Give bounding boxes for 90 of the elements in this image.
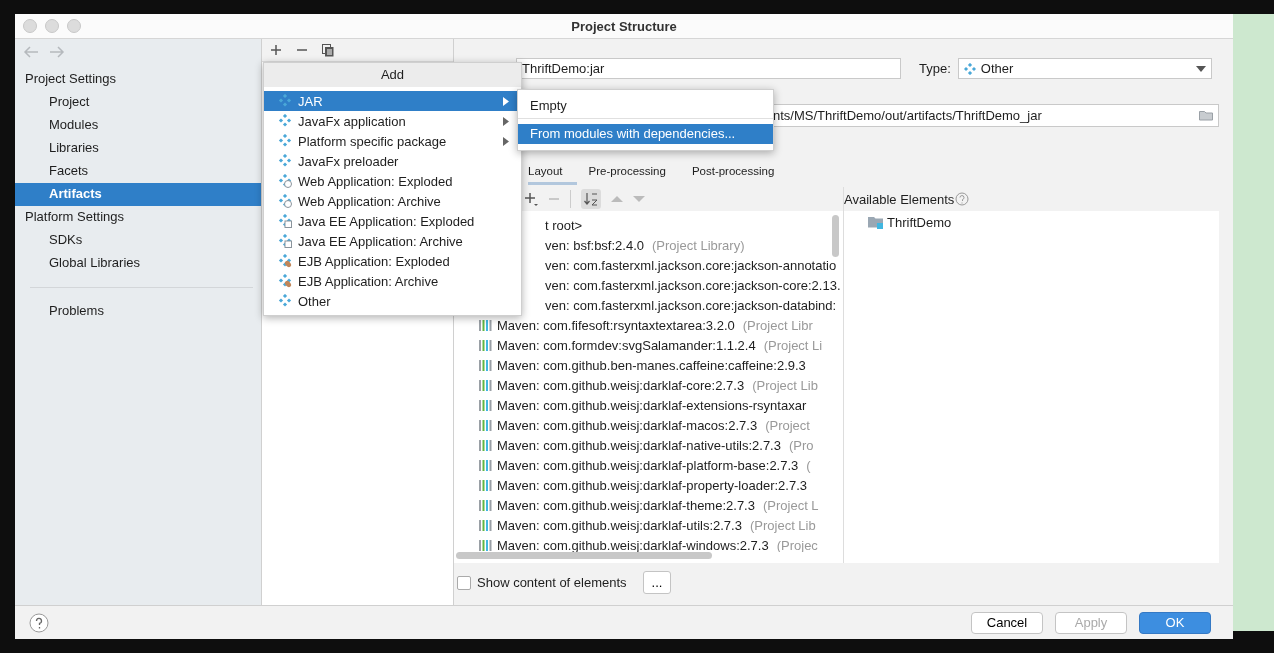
diamond-dots-icon [278, 114, 292, 128]
diamond-globe-icon [278, 194, 292, 208]
tree-item[interactable]: Maven: com.github.weisj:darklaf-utils:2.7.3 (Project Lib [454, 515, 843, 535]
checkbox-label: Show content of elements [477, 575, 627, 590]
tab[interactable]: Pre-processing [588, 163, 680, 185]
help-icon[interactable] [955, 192, 970, 206]
sidebar-item[interactable]: Artifacts [15, 183, 262, 206]
menu-item[interactable]: Web Application: Archive [264, 191, 521, 211]
library-icon [479, 479, 493, 491]
library-icon [479, 419, 493, 431]
tree-item[interactable]: Maven: com.github.weisj:darklaf-theme:2.7.3 (Project L [454, 495, 843, 515]
menu-item[interactable]: Empty [518, 94, 773, 119]
library-icon [479, 379, 493, 391]
name-field[interactable]: ThriftDemo:jar [516, 58, 901, 79]
diamond-globe-icon [278, 174, 292, 188]
library-icon [479, 319, 493, 331]
folder-icon [868, 216, 884, 229]
menu-item[interactable]: From modules with dependencies... [518, 124, 773, 144]
copy-icon[interactable] [322, 43, 335, 57]
menu-item[interactable]: Other [264, 291, 521, 311]
diamond-bean-icon [278, 274, 292, 288]
library-icon [479, 359, 493, 371]
tree-item[interactable]: ThriftDemo [868, 215, 1195, 230]
sidebar-item[interactable]: Modules [15, 114, 262, 137]
sort-button[interactable] [581, 189, 601, 209]
menu-item[interactable]: Java EE Application: Exploded [264, 211, 521, 231]
scrollbar-thumb[interactable] [456, 552, 712, 559]
back-arrow-icon[interactable] [23, 46, 39, 58]
tab[interactable]: Layout [528, 163, 577, 185]
menu-item[interactable]: Java EE Application: Archive [264, 231, 521, 251]
menu-title: Add [264, 63, 521, 87]
diamond-dots-icon [963, 62, 976, 75]
sidebar-item[interactable]: Libraries [15, 137, 262, 160]
sort-icon [584, 192, 598, 206]
folder-icon[interactable] [1199, 110, 1213, 121]
sidebar-heading: Platform Settings [24, 208, 125, 226]
tree-item[interactable]: Maven: com.github.weisj:darklaf-platform-base:2.7.3 ( [454, 455, 843, 475]
library-icon [479, 459, 493, 471]
dialog-button[interactable]: Cancel [971, 611, 1043, 634]
available-elements-label: Available Elements [844, 191, 955, 207]
diamond-grid-icon [278, 234, 292, 248]
scrollbar-thumb[interactable] [832, 215, 839, 257]
up-arrow-icon[interactable] [611, 195, 623, 203]
tree-item[interactable]: Maven: com.github.weisj:darklaf-extensions-rsyntaxar [454, 395, 843, 415]
add-icon[interactable] [524, 192, 538, 206]
diamond-dots-icon [278, 154, 292, 168]
add-icon[interactable] [270, 44, 283, 56]
sidebar-item[interactable]: Project [15, 91, 262, 114]
menu-item[interactable]: Platform specific package [264, 131, 521, 151]
menu-item[interactable]: Web Application: Exploded [264, 171, 521, 191]
tree-item[interactable]: Maven: com.github.ben-manes.caffeine:caffeine:2.9.3 [454, 355, 843, 375]
library-icon [479, 499, 493, 511]
help-icon[interactable] [29, 612, 49, 633]
tree-item[interactable]: Maven: com.formdev:svgSalamander:1.1.2.4 (Project Li [454, 335, 843, 355]
more-button[interactable]: ... [642, 571, 672, 594]
sidebar-item[interactable]: Problems [15, 300, 262, 323]
window-control-icon[interactable] [45, 19, 59, 33]
library-icon [479, 439, 493, 451]
menu-item[interactable]: EJB Application: Archive [264, 271, 521, 291]
diamond-bean-icon [278, 254, 292, 268]
tab[interactable]: Post-processing [691, 163, 789, 185]
library-icon [479, 519, 493, 531]
type-label: Type: [919, 61, 951, 76]
sidebar-item[interactable]: SDKs [15, 229, 262, 252]
tree-item[interactable]: Maven: com.fifesoft:rsyntaxtextarea:3.2.0 (Project Libr [454, 315, 843, 335]
library-icon [479, 399, 493, 411]
tree-item[interactable]: Maven: com.github.weisj:darklaf-native-utils:2.7.3 (Pro [454, 435, 843, 455]
menu-item[interactable]: JavaFx preloader [264, 151, 521, 171]
window-control-icon[interactable] [67, 19, 81, 33]
tree-item[interactable]: Maven: com.github.weisj:darklaf-core:2.7.3 (Project Lib [454, 375, 843, 395]
window-title: Project Structure [571, 18, 677, 34]
window-control-icon[interactable] [23, 19, 37, 33]
diamond-dots-icon [278, 94, 292, 108]
checkbox[interactable] [457, 575, 471, 590]
library-icon [479, 339, 493, 351]
diamond-dots-icon [278, 294, 292, 308]
tree-item[interactable]: Maven: com.github.weisj:darklaf-macos:2.7.3 (Project [454, 415, 843, 435]
tree-item[interactable]: Maven: com.github.weisj:darklaf-property-loader:2.7.3 [454, 475, 843, 495]
library-icon [479, 539, 493, 551]
diamond-dots-icon [278, 134, 292, 148]
caret-icon [1195, 65, 1206, 72]
sidebar-heading: Project Settings [24, 70, 118, 88]
menu-item[interactable]: EJB Application: Exploded [264, 251, 521, 271]
diamond-grid-icon [278, 214, 292, 228]
tree-item[interactable]: Maven: com.github.weisj:darklaf-windows:2.7.3 (Projec [454, 535, 843, 552]
down-arrow-icon[interactable] [633, 195, 645, 203]
type-dropdown[interactable]: Other [957, 58, 1212, 79]
sidebar-item[interactable]: Global Libraries [15, 252, 262, 275]
forward-arrow-icon[interactable] [49, 46, 65, 58]
sidebar-item[interactable]: Facets [15, 160, 262, 183]
